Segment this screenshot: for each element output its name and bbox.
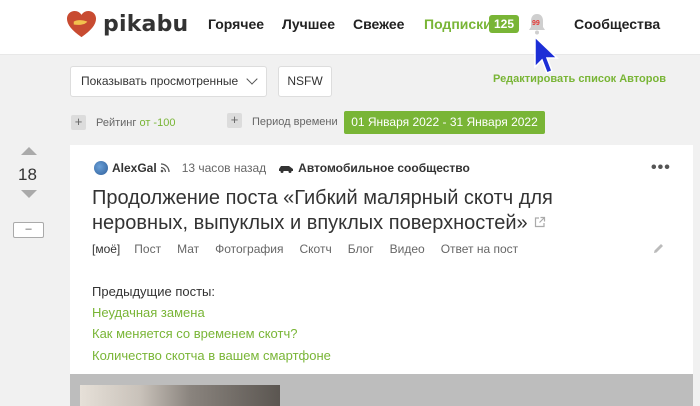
- show-viewed-select[interactable]: Показывать просмотренные: [70, 66, 267, 97]
- subscriptions-count-badge: 125: [489, 15, 520, 33]
- logo[interactable]: pikabu: [66, 9, 188, 40]
- edit-authors-link[interactable]: Редактировать список Авторов: [493, 73, 666, 85]
- tag[interactable]: Фотография: [215, 242, 283, 256]
- tag[interactable]: Мат: [177, 242, 199, 256]
- arrow-down-icon[interactable]: [21, 190, 37, 198]
- previous-post-link[interactable]: Неудачная замена: [92, 305, 205, 320]
- post-rating: 18: [18, 165, 37, 184]
- post-meta: AlexGal 13 часов назад Автомобильное соо…: [94, 161, 470, 175]
- nav-best[interactable]: Лучшее: [282, 16, 335, 32]
- notifications-count-badge: 99: [532, 20, 540, 27]
- show-viewed-select-value: Показывать просмотренные: [81, 74, 239, 88]
- pencil-icon[interactable]: [652, 242, 665, 255]
- post-title[interactable]: Продолжение поста «Гибкий малярный скотч…: [92, 186, 652, 236]
- post-time[interactable]: 13 часов назад: [182, 161, 266, 175]
- community-name[interactable]: Автомобильное сообщество: [298, 161, 470, 175]
- plus-icon[interactable]: +: [71, 115, 86, 130]
- period-date-button[interactable]: 01 Января 2022 - 31 Января 2022: [344, 111, 545, 134]
- arrow-up-icon[interactable]: [21, 147, 37, 155]
- tag[interactable]: Скотч: [299, 242, 331, 256]
- post-title-text: Продолжение поста «Гибкий малярный скотч…: [92, 187, 553, 234]
- previous-posts-label: Предыдущие посты:: [92, 284, 216, 299]
- nav-fresh[interactable]: Свежее: [353, 16, 404, 32]
- tag[interactable]: Пост: [134, 242, 161, 256]
- rating-filter-label: Рейтинг: [96, 117, 137, 129]
- nsfw-button[interactable]: NSFW: [278, 66, 332, 97]
- logo-text: pikabu: [103, 12, 189, 37]
- previous-post-link[interactable]: Количество скотча в вашем смартфоне: [92, 348, 331, 363]
- car-icon: [279, 166, 294, 173]
- tag[interactable]: [моё]: [92, 242, 120, 256]
- post-tags: [моё] Пост Мат Фотография Скотч Блог Вид…: [92, 242, 534, 256]
- top-header: pikabu Горячее Лучшее Свежее Подписки 12…: [0, 0, 700, 55]
- tag[interactable]: Видео: [390, 242, 425, 256]
- post-image[interactable]: [70, 374, 693, 406]
- period-filter-label: Период времени: [252, 116, 338, 128]
- nav-hot[interactable]: Горячее: [208, 16, 264, 32]
- tag[interactable]: Блог: [348, 242, 374, 256]
- post-image-photo: [80, 385, 280, 406]
- post-card: AlexGal 13 часов назад Автомобильное соо…: [70, 145, 693, 406]
- cursor-icon: [534, 35, 559, 74]
- heart-logo-icon: [66, 10, 97, 38]
- chevron-down-icon: [246, 73, 258, 85]
- nav-communities[interactable]: Сообщества: [574, 16, 660, 32]
- previous-post-link[interactable]: Как меняется со временем скотч?: [92, 326, 297, 341]
- more-dots-icon[interactable]: •••: [651, 160, 671, 176]
- collapse-post-button[interactable]: –: [13, 222, 44, 238]
- author-name[interactable]: AlexGal: [112, 161, 157, 175]
- tag[interactable]: Ответ на пост: [441, 242, 518, 256]
- rss-icon[interactable]: [160, 163, 170, 173]
- rating-filter[interactable]: Рейтинг от -100: [96, 117, 175, 129]
- avatar[interactable]: [94, 161, 108, 175]
- nav-subscriptions[interactable]: Подписки: [424, 16, 492, 32]
- plus-icon[interactable]: +: [227, 113, 242, 128]
- rating-filter-value: от -100: [139, 117, 176, 129]
- external-link-icon[interactable]: [534, 216, 546, 228]
